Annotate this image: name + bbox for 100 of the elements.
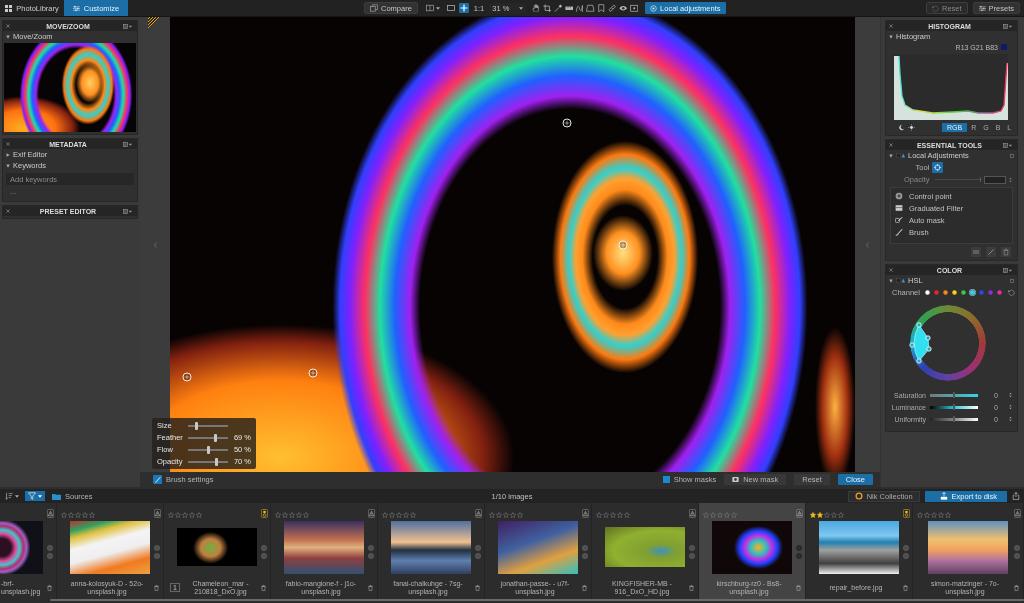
close-icon[interactable] [889, 143, 893, 147]
star-icon[interactable] [717, 512, 723, 518]
scrollbar-thumb[interactable] [50, 599, 1024, 601]
expand-triangle-icon[interactable] [6, 152, 10, 157]
trash-icon[interactable] [1014, 584, 1019, 591]
share-icon[interactable] [1012, 492, 1020, 500]
photo-placeholder[interactable] [498, 520, 578, 574]
trash-icon[interactable] [903, 584, 908, 591]
star-icon[interactable] [517, 512, 523, 518]
trash-icon[interactable] [261, 584, 266, 591]
tool-button[interactable] [932, 162, 944, 173]
color-channel-swatch[interactable] [923, 289, 931, 296]
trash-icon[interactable] [368, 584, 373, 591]
slider-track[interactable] [930, 392, 978, 398]
close-icon[interactable] [889, 24, 893, 28]
star-icon[interactable] [731, 512, 737, 518]
single-view-icon[interactable] [445, 3, 456, 13]
star-icon[interactable] [182, 512, 188, 518]
slider-track[interactable] [930, 416, 978, 422]
star-icon[interactable] [396, 512, 402, 518]
trash-icon[interactable] [1001, 247, 1011, 257]
hand-icon[interactable] [532, 3, 541, 13]
star-icon[interactable] [303, 512, 309, 518]
star-icon[interactable] [282, 512, 288, 518]
expand-triangle-icon[interactable] [889, 34, 893, 39]
opacity-value-field[interactable] [984, 175, 1006, 184]
enable-toggle-icon[interactable] [896, 153, 905, 158]
crosshair-marker-icon[interactable] [562, 118, 572, 128]
crosshair-marker-icon[interactable] [182, 372, 192, 382]
circle-icon[interactable] [689, 553, 695, 559]
star-icon[interactable] [596, 512, 602, 518]
color-channel-swatch[interactable] [995, 289, 1003, 296]
palette-menu-icon[interactable] [123, 141, 132, 147]
star-icon[interactable] [931, 512, 937, 518]
photo-placeholder[interactable] [70, 520, 150, 574]
circle-icon[interactable] [582, 553, 588, 559]
palette-menu-icon[interactable] [1003, 23, 1012, 29]
star-icon[interactable] [603, 512, 609, 518]
star-icon[interactable] [275, 512, 281, 518]
circle-icon[interactable] [154, 553, 160, 559]
star-icon[interactable] [703, 512, 709, 518]
star-icon[interactable] [810, 512, 816, 518]
frame-icon[interactable] [629, 3, 639, 13]
star-icon[interactable] [503, 512, 509, 518]
enable-toggle-icon[interactable] [896, 278, 905, 283]
star-icon[interactable] [496, 512, 502, 518]
star-icon[interactable] [82, 512, 88, 518]
star-icon[interactable] [710, 512, 716, 518]
circle-icon[interactable] [368, 545, 374, 551]
color-channel-swatch[interactable] [959, 289, 967, 296]
perspective-icon[interactable] [586, 3, 595, 13]
star-icon[interactable] [831, 512, 837, 518]
eye-icon[interactable] [618, 3, 628, 13]
trash-icon[interactable] [47, 584, 52, 591]
circle-icon[interactable] [368, 553, 374, 559]
range-handle[interactable] [908, 342, 915, 348]
star-icon[interactable] [68, 512, 74, 518]
palette-menu-icon[interactable] [1003, 267, 1012, 273]
star-icon[interactable] [389, 512, 395, 518]
circle-icon[interactable] [475, 545, 481, 551]
expand-triangle-icon[interactable] [6, 163, 10, 168]
slider-thumb[interactable] [214, 457, 218, 466]
crosshair-marker-icon[interactable] [308, 368, 318, 378]
star-icon[interactable] [945, 512, 951, 518]
photo-placeholder[interactable] [712, 520, 792, 574]
star-rating[interactable] [489, 512, 523, 518]
star-icon[interactable] [489, 512, 495, 518]
star-icon[interactable] [917, 512, 923, 518]
star-rating[interactable] [703, 512, 737, 518]
trash-icon[interactable] [689, 584, 694, 591]
star-rating[interactable] [275, 512, 309, 518]
circle-icon[interactable] [261, 553, 267, 559]
striped-corner-icon[interactable] [148, 17, 160, 29]
expand-triangle-icon[interactable] [889, 278, 893, 283]
circle-icon[interactable] [47, 545, 53, 551]
trash-icon[interactable] [475, 584, 480, 591]
close-icon[interactable] [889, 268, 893, 272]
palette-menu-icon[interactable] [123, 23, 132, 29]
star-rating[interactable] [61, 512, 95, 518]
palette-menu-icon[interactable] [1003, 142, 1012, 148]
close-icon[interactable] [6, 209, 10, 213]
circle-icon[interactable] [475, 553, 481, 559]
bookmark-icon[interactable] [597, 3, 606, 13]
star-icon[interactable] [289, 512, 295, 518]
slider-thumb[interactable] [214, 433, 218, 442]
star-rating[interactable] [596, 512, 630, 518]
star-icon[interactable] [189, 512, 195, 518]
show-masks-checkbox[interactable] [662, 476, 670, 483]
star-icon[interactable] [817, 512, 823, 518]
color-channel-swatch[interactable] [950, 289, 958, 296]
color-channel-swatch[interactable] [968, 289, 976, 296]
trash-icon[interactable] [582, 584, 587, 591]
star-icon[interactable] [75, 512, 81, 518]
circle-icon[interactable] [47, 553, 53, 559]
color-channel-swatch[interactable] [932, 289, 940, 296]
star-icon[interactable] [196, 512, 202, 518]
photo-placeholder[interactable] [4, 43, 136, 132]
close-icon[interactable] [6, 142, 10, 146]
star-icon[interactable] [824, 512, 830, 518]
star-icon[interactable] [624, 512, 630, 518]
